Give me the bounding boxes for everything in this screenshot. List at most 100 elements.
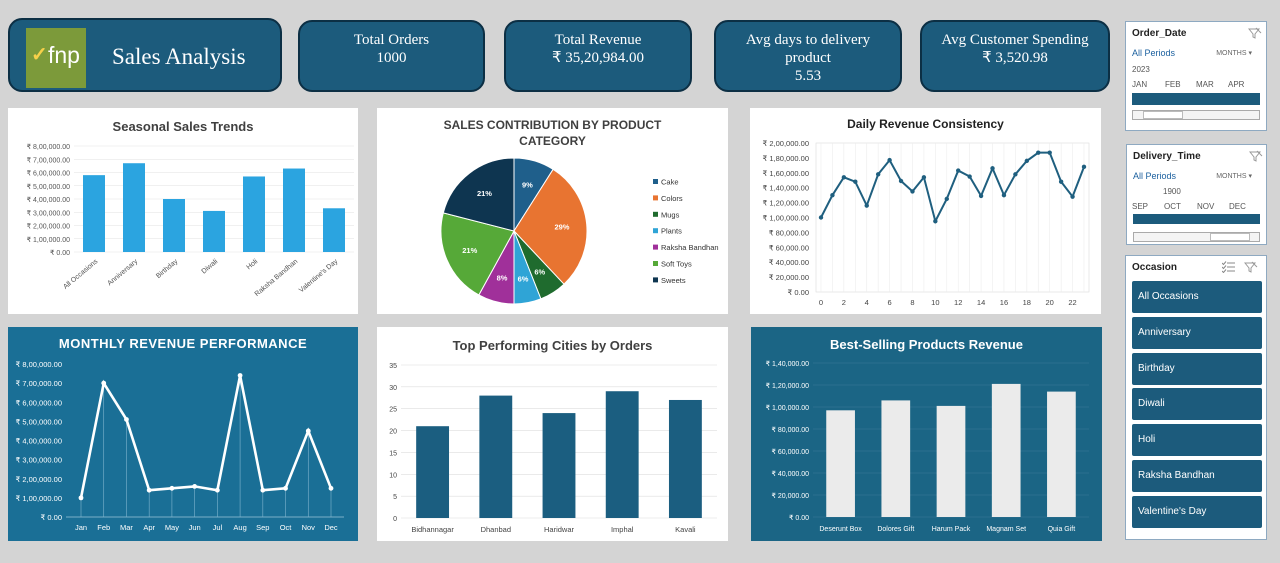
occasion-item-anniversary[interactable]: Anniversary (1132, 317, 1262, 349)
occasion-slicer: Occasion All Occasions Anniversary Birth… (1125, 255, 1267, 540)
plot-area (815, 142, 1090, 293)
y-tick-label: ₹ 4,00,000.00 (16, 437, 62, 446)
timeline-scrollbar[interactable] (1133, 232, 1260, 242)
kpi-label: Total Revenue (554, 32, 642, 48)
y-tick-label: ₹ 80,000.00 (771, 426, 809, 434)
occasion-item-raksha-bandhan[interactable]: Raksha Bandhan (1132, 460, 1262, 492)
monthly-revenue-panel: MONTHLY REVENUE PERFORMANCE ₹ 0.00 ₹ 1,00… (8, 327, 358, 541)
seasonal-sales-panel: Seasonal Sales Trends ₹ 0.00 ₹ 1,00,000.0… (8, 108, 358, 314)
y-tick-label: ₹ 8,00,000.00 (16, 360, 62, 369)
data-point (967, 174, 972, 179)
x-tick-label: Quia Gift (1048, 526, 1076, 533)
fnp-logo: ✓ fnp (26, 28, 86, 88)
order-date-slicer[interactable]: Order_Date All Periods MONTHS ▾ 2023 JAN… (1125, 21, 1267, 131)
y-tick-label: 35 (389, 363, 397, 370)
timeline-scrollbar[interactable] (1132, 110, 1260, 120)
data-point (124, 417, 129, 422)
bar (881, 400, 911, 517)
kpi-value: 5.53 (794, 68, 822, 84)
legend-label: Sweets (661, 276, 686, 285)
daily-revenue-chart: ₹ 0.00 ₹ 20,000.00 ₹ 40,000.00 ₹ 60,000.00 ₹… (763, 139, 1090, 307)
x-tick-label: 16 (1000, 298, 1008, 307)
kpi-value: 1000 (376, 50, 407, 66)
clear-filter-icon[interactable] (1249, 150, 1263, 162)
y-tick-label: ₹ 2,00,000.00 (763, 139, 809, 148)
legend-swatch (653, 211, 658, 217)
x-tick-label: 0 (819, 298, 823, 307)
x-tick-label: Imphal (611, 525, 634, 534)
x-tick-label: 10 (931, 298, 939, 307)
legend-swatch (653, 179, 658, 184)
bar (936, 405, 966, 517)
data-point (101, 380, 107, 386)
occasion-item-holi[interactable]: Holi (1132, 424, 1262, 456)
granularity-select[interactable]: MONTHS ▾ (1216, 49, 1252, 57)
pie-data-label: 29% (554, 222, 569, 231)
bar (479, 395, 513, 518)
occasion-item-all[interactable]: All Occasions (1132, 281, 1262, 313)
x-tick-label: Haridwar (544, 525, 575, 534)
occasion-item-diwali[interactable]: Diwali (1132, 388, 1262, 420)
legend-swatch (653, 228, 658, 234)
all-periods-link[interactable]: All Periods (1133, 171, 1176, 181)
clear-filter-icon[interactable] (1248, 27, 1262, 39)
bar (83, 175, 105, 252)
x-tick-label: Mar (120, 523, 133, 532)
data-point (283, 485, 288, 491)
multi-select-icon[interactable] (1222, 261, 1236, 273)
y-tick-label: ₹ 1,00,000.00 (766, 404, 809, 412)
kpi-total-orders: Total Orders 1000 (298, 20, 485, 92)
kpi-label: Avg days to delivery product (745, 32, 871, 66)
y-tick-label: ₹ 1,60,000.00 (763, 169, 809, 178)
y-tick-label: ₹ 1,20,000.00 (763, 199, 809, 208)
occasion-item-birthday[interactable]: Birthday (1132, 353, 1262, 385)
x-tick-label: 18 (1023, 298, 1031, 307)
timeline-month: NOV (1197, 202, 1215, 211)
kpi-label: Avg Customer Spending (941, 32, 1089, 48)
delivery-time-slicer[interactable]: Delivery_Time All Periods MONTHS ▾ 1900 … (1126, 144, 1267, 245)
y-tick-label: ₹ 2,00,000.00 (27, 223, 70, 231)
x-tick-label: 14 (977, 298, 985, 307)
bar (123, 163, 145, 252)
data-point (1036, 150, 1041, 155)
x-tick-label: Nov (302, 523, 316, 532)
granularity-label: MONTHS (1216, 50, 1247, 57)
y-tick-label: ₹ 60,000.00 (769, 243, 809, 252)
granularity-label: MONTHS (1216, 173, 1247, 180)
data-point (933, 219, 938, 224)
pie-data-label: 6% (534, 268, 545, 277)
data-point (990, 166, 995, 171)
granularity-select[interactable]: MONTHS ▾ (1216, 172, 1252, 180)
bar (283, 168, 305, 252)
slicer-title: Order_Date (1132, 28, 1187, 39)
bar (605, 391, 639, 518)
timeline-selection-bar[interactable] (1132, 93, 1260, 105)
data-point (1070, 194, 1075, 199)
y-tick-label: 15 (389, 450, 397, 457)
x-tick-label: 8 (910, 298, 914, 307)
bar (991, 383, 1021, 517)
timeline-selection-bar[interactable] (1133, 214, 1260, 224)
gift-icon: ✓ (31, 44, 48, 66)
pie-data-label: 21% (462, 246, 477, 255)
bar (542, 413, 576, 518)
y-tick-label: 30 (389, 385, 397, 392)
bar (163, 199, 185, 252)
all-periods-link[interactable]: All Periods (1132, 48, 1175, 58)
timeline-month: FEB (1165, 80, 1181, 89)
x-tick-label: 4 (865, 298, 869, 307)
x-tick-label: 20 (1046, 298, 1054, 307)
bar (203, 210, 225, 252)
timeline-month: JAN (1132, 80, 1148, 89)
data-point (1001, 192, 1007, 198)
x-tick-label: Jul (213, 523, 223, 532)
y-tick-label: 10 (389, 472, 397, 479)
timeline-year: 1900 (1163, 187, 1181, 196)
clear-filter-icon[interactable] (1244, 261, 1258, 273)
data-point (944, 196, 949, 202)
timeline-month: SEP (1132, 202, 1149, 211)
data-point (305, 428, 311, 434)
occasion-item-valentines-day[interactable]: Valentine's Day (1132, 496, 1262, 528)
x-tick-label: 12 (954, 298, 962, 307)
y-tick-label: ₹ 7,00,000.00 (27, 156, 70, 164)
